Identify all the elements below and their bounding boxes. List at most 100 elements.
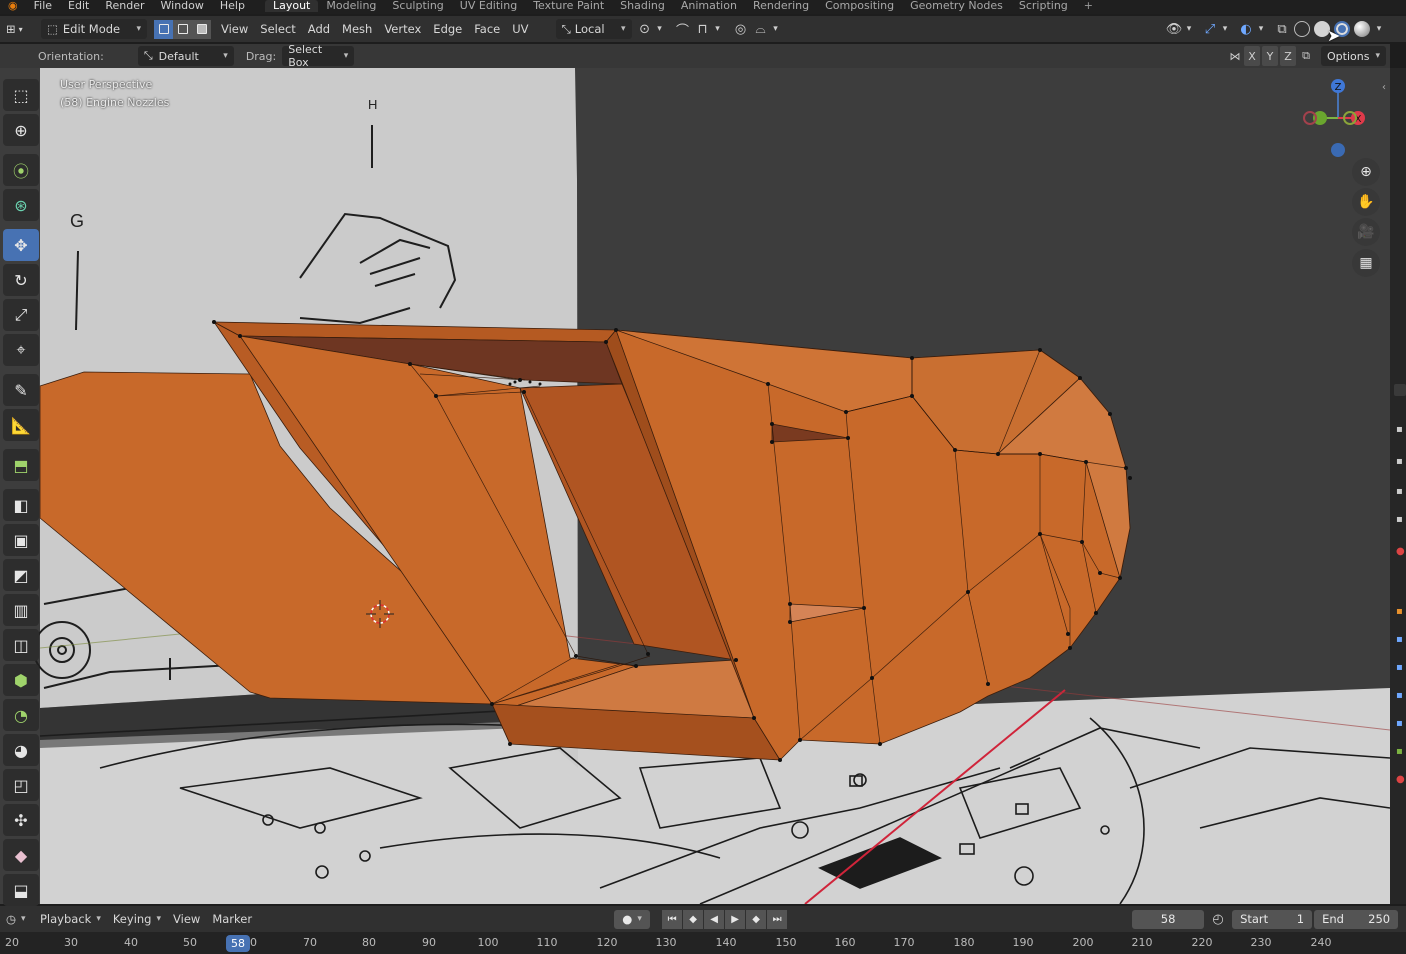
jump-start-icon[interactable]: ⏮ — [662, 909, 683, 929]
wireframe-shading-icon[interactable] — [1294, 21, 1310, 37]
select-box-icon[interactable]: ⬚ — [3, 79, 39, 111]
loop-cut-icon[interactable]: ▥ — [3, 594, 39, 626]
timeline-view-menu[interactable]: View — [167, 909, 206, 929]
property-tab-material-icon[interactable]: ● — [1396, 774, 1405, 785]
property-tab-constraints-icon[interactable]: ▪ — [1396, 718, 1403, 729]
add-cube-icon[interactable]: ⬒ — [3, 449, 39, 481]
mirror-y-toggle[interactable]: Y — [1262, 46, 1279, 66]
3d-viewport[interactable]: H G User Perspective (58) Engine Nozzles — [0, 68, 1390, 904]
property-tab-output-icon[interactable]: ▪ — [1396, 456, 1403, 467]
blender-logo-icon[interactable]: ◉ — [0, 0, 26, 12]
tab-uv-editing[interactable]: UV Editing — [452, 0, 525, 12]
tab-scripting[interactable]: Scripting — [1011, 0, 1076, 12]
menu-select[interactable]: Select — [254, 19, 301, 39]
perspective-toggle-icon[interactable]: ▦ — [1352, 249, 1380, 277]
pan-hand-icon[interactable]: ✋ — [1352, 188, 1380, 216]
gizmo-toggle-icon[interactable]: ⤢ — [1200, 19, 1220, 39]
keying-menu[interactable]: Keying ▾ — [107, 909, 167, 929]
next-keyframe-icon[interactable]: ◆ — [746, 909, 767, 929]
prev-keyframe-icon[interactable]: ◆ — [683, 909, 704, 929]
mirror-x-toggle[interactable]: X — [1244, 46, 1261, 66]
property-tab-view-layer-icon[interactable]: ▪ — [1396, 486, 1403, 497]
timeline-marker-menu[interactable]: Marker — [206, 909, 258, 929]
mirror-z-toggle[interactable]: Z — [1280, 46, 1297, 66]
menu-vertex[interactable]: Vertex — [378, 19, 427, 39]
inset-icon[interactable]: ▣ — [3, 524, 39, 556]
property-tab-scene-icon[interactable]: ▪ — [1396, 514, 1403, 525]
playback-menu[interactable]: Playback ▾ — [34, 909, 107, 929]
menu-edit[interactable]: Edit — [60, 0, 97, 12]
current-frame-indicator[interactable]: 58 — [226, 935, 250, 952]
zoom-icon[interactable]: ⊕ — [1352, 158, 1380, 186]
scale-icon[interactable]: ⤢ — [3, 299, 39, 331]
timeline-ruler[interactable]: 20 30 40 50 60 70 80 90 100 110 120 130 … — [0, 932, 1406, 954]
transform-orientation-dropdown[interactable]: ⤡ Local ▾ — [555, 19, 632, 39]
rendered-shading-icon[interactable] — [1354, 21, 1370, 37]
face-select-button[interactable] — [192, 19, 211, 39]
navigation-gizmo[interactable]: Z X — [1298, 78, 1378, 158]
select-circle-icon[interactable]: ⊛ — [3, 189, 39, 221]
annotate-icon[interactable]: ✎ — [3, 374, 39, 406]
falloff-icon[interactable]: ⌓ — [751, 19, 771, 39]
tab-geometry-nodes[interactable]: Geometry Nodes — [902, 0, 1011, 12]
tab-shading[interactable]: Shading — [612, 0, 673, 12]
drag-dropdown[interactable]: Select Box ▾ — [282, 43, 355, 69]
property-tab-modifier-icon[interactable]: ▪ — [1396, 634, 1403, 645]
move-icon[interactable]: ✥ — [3, 229, 39, 261]
mode-dropdown[interactable]: ⬚ Edit Mode ▾ — [41, 19, 147, 39]
current-frame-field[interactable]: 58 — [1132, 909, 1205, 929]
poly-build-icon[interactable]: ⬢ — [3, 664, 39, 696]
smooth-icon[interactable]: ◕ — [3, 734, 39, 766]
shrink-fatten-icon[interactable]: ✣ — [3, 804, 39, 836]
menu-uv[interactable]: UV — [506, 19, 534, 39]
jump-end-icon[interactable]: ⏭ — [767, 909, 788, 929]
orientation-dropdown[interactable]: ⤡ Default ▾ — [137, 46, 234, 66]
property-tab-particles-icon[interactable]: ▪ — [1396, 662, 1403, 673]
menu-edge[interactable]: Edge — [427, 19, 468, 39]
edge-slide-icon[interactable]: ◰ — [3, 769, 39, 801]
tab-sculpting[interactable]: Sculpting — [384, 0, 451, 12]
tab-compositing[interactable]: Compositing — [817, 0, 902, 12]
menu-render[interactable]: Render — [97, 0, 152, 12]
edge-select-button[interactable] — [173, 19, 192, 39]
tab-layout[interactable]: Layout — [264, 0, 319, 12]
extrude-icon[interactable]: ◧ — [3, 489, 39, 521]
visibility-icon[interactable]: 👁 — [1164, 19, 1184, 39]
menu-face[interactable]: Face — [468, 19, 506, 39]
options-dropdown[interactable]: Options ▾ — [1321, 46, 1386, 66]
topology-mirror-icon[interactable]: ⧉ — [1297, 46, 1315, 66]
add-workspace-button[interactable]: + — [1076, 0, 1101, 12]
menu-add[interactable]: Add — [302, 19, 336, 39]
xray-toggle-icon[interactable]: ⧉ — [1272, 19, 1292, 39]
gizmo-neg-z-handle[interactable] — [1331, 143, 1345, 157]
pivot-point-icon[interactable]: ⊙ — [635, 19, 655, 39]
editor-type-button[interactable]: ⊞ ▾ — [0, 19, 38, 39]
spin-icon[interactable]: ◔ — [3, 699, 39, 731]
cursor-icon[interactable]: ⊕ — [3, 114, 39, 146]
knife-icon[interactable]: ◫ — [3, 629, 39, 661]
tab-rendering[interactable]: Rendering — [745, 0, 817, 12]
end-frame-field[interactable]: End 250 — [1314, 909, 1399, 929]
tweak-icon[interactable]: ⦿ — [3, 154, 39, 186]
tab-modeling[interactable]: Modeling — [318, 0, 384, 12]
property-tab-physics-icon[interactable]: ▪ — [1396, 690, 1403, 701]
property-tab-world-icon[interactable]: ● — [1396, 546, 1405, 557]
property-tab-tool-icon[interactable] — [1394, 384, 1406, 396]
vertex-select-button[interactable] — [154, 19, 173, 39]
menu-mesh[interactable]: Mesh — [336, 19, 378, 39]
overlay-toggle-icon[interactable]: ◐ — [1236, 19, 1256, 39]
bevel-icon[interactable]: ◩ — [3, 559, 39, 591]
property-tab-data-icon[interactable]: ▪ — [1396, 746, 1403, 757]
property-tab-render-icon[interactable]: ▪ — [1396, 424, 1403, 435]
rip-icon[interactable]: ⬓ — [3, 874, 39, 906]
camera-view-icon[interactable]: 🎥 — [1352, 218, 1380, 246]
menu-view[interactable]: View — [215, 19, 254, 39]
transform-icon[interactable]: ⌖ — [3, 334, 39, 366]
preview-range-icon[interactable]: ◴ — [1208, 909, 1228, 929]
rotate-icon[interactable]: ↻ — [3, 264, 39, 296]
timeline-editor-type-button[interactable]: ◷ ▾ — [0, 909, 34, 929]
auto-keying-toggle[interactable]: ● ▾ — [614, 909, 651, 929]
start-frame-field[interactable]: Start 1 — [1232, 909, 1313, 929]
play-reverse-icon[interactable]: ◀ — [704, 909, 725, 929]
snap-target-icon[interactable]: ⊓ — [693, 19, 713, 39]
